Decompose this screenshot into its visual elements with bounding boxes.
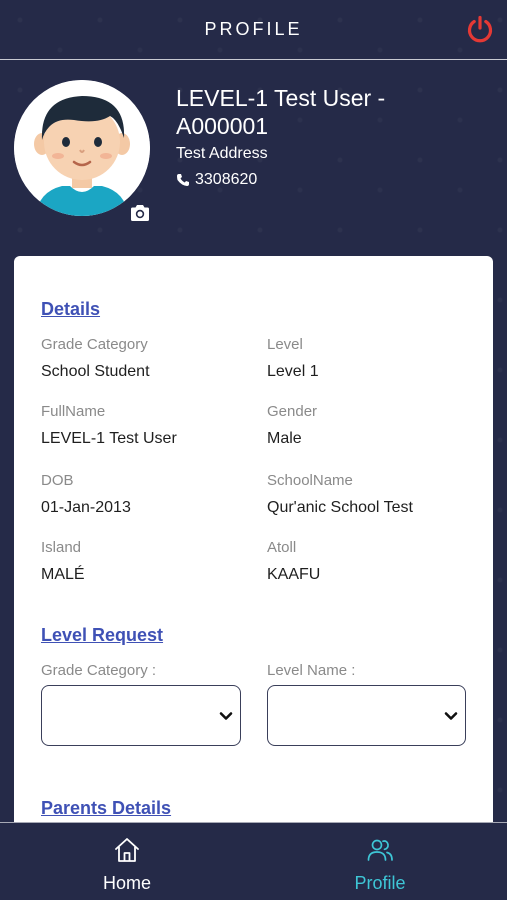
nav-home-label: Home <box>102 873 151 893</box>
phone-icon <box>177 174 189 186</box>
dob-value: 01-Jan-2013 <box>41 499 131 516</box>
gender-label: Gender <box>267 403 318 420</box>
grade-category-select-label: Grade Category : <box>41 662 157 679</box>
boy-avatar-icon <box>14 80 150 216</box>
nav-profile[interactable]: Profile <box>300 823 460 900</box>
island-value: MALÉ <box>41 566 85 583</box>
chevron-down-icon <box>444 712 458 720</box>
atoll-label: Atoll <box>267 539 297 556</box>
fullname-value: LEVEL-1 Test User <box>41 430 177 447</box>
profile-card: Details Grade Category School Student Le… <box>14 256 493 836</box>
island-label: Island <box>41 539 82 556</box>
gender-value: Male <box>267 430 302 447</box>
page-title: PROFILE <box>204 19 303 39</box>
level-value: Level 1 <box>267 363 319 380</box>
nav-profile-label: Profile <box>354 873 406 893</box>
avatar <box>14 80 150 216</box>
people-icon <box>367 839 393 861</box>
chevron-down-icon <box>219 712 233 720</box>
user-name: LEVEL-1 Test User - A000001 <box>176 85 386 139</box>
bottom-nav: Home Profile <box>0 822 507 900</box>
logout-button[interactable] <box>463 12 497 46</box>
level-request-section-title[interactable]: Level Request <box>41 625 163 646</box>
change-photo-button[interactable] <box>129 204 151 222</box>
details-section-title[interactable]: Details <box>41 299 100 320</box>
level-name-select-label: Level Name : <box>267 662 356 679</box>
power-icon <box>467 15 493 43</box>
dob-label: DOB <box>41 472 74 489</box>
home-icon <box>115 838 139 862</box>
user-phone-row: 3308620 <box>176 171 257 189</box>
nav-home[interactable]: Home <box>47 823 207 900</box>
grade-category-select[interactable] <box>41 685 241 746</box>
level-label: Level <box>267 336 303 353</box>
camera-icon <box>131 205 149 221</box>
atoll-value: KAAFU <box>267 566 321 583</box>
school-name-label: SchoolName <box>267 472 353 489</box>
school-name-value: Qur'anic School Test <box>267 499 413 516</box>
app-header: PROFILE <box>0 0 507 60</box>
user-phone: 3308620 <box>195 171 258 188</box>
parents-details-section-title[interactable]: Parents Details <box>41 798 171 819</box>
grade-category-value: School Student <box>41 363 150 380</box>
level-name-select[interactable] <box>267 685 466 746</box>
fullname-label: FullName <box>41 403 106 420</box>
user-address: Test Address <box>176 145 268 162</box>
grade-category-label: Grade Category <box>41 336 148 353</box>
